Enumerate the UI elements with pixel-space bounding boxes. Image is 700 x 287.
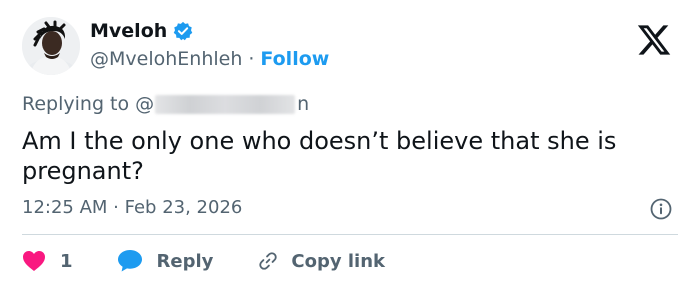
divider <box>22 234 678 235</box>
info-icon[interactable] <box>650 198 672 220</box>
reply-button[interactable]: Reply <box>103 249 214 273</box>
redacted-username <box>155 94 296 114</box>
like-count: 1 <box>60 250 73 272</box>
copy-link-label: Copy link <box>291 250 385 272</box>
replying-to-prefix: Replying to @ <box>22 93 155 115</box>
author-display-name-row[interactable]: Mveloh <box>90 20 193 42</box>
speech-bubble-icon <box>117 249 143 273</box>
replying-to-line: Replying to @ n <box>22 93 309 115</box>
tweet-timestamp[interactable]: 12:25 AM · Feb 23, 2026 <box>22 197 242 218</box>
handle-separator: · <box>248 48 255 70</box>
author-handle[interactable]: @MvelohEnhleh <box>90 48 242 70</box>
copy-link-button[interactable]: Copy link <box>245 250 385 272</box>
author-display-name[interactable]: Mveloh <box>90 20 167 42</box>
reply-label: Reply <box>156 250 214 272</box>
heart-icon <box>22 250 46 272</box>
follow-button[interactable]: Follow <box>260 48 329 70</box>
like-button[interactable]: 1 <box>22 250 73 272</box>
author-handle-row: @MvelohEnhleh · Follow <box>90 48 329 70</box>
link-icon <box>257 250 279 272</box>
replying-to-suffix: n <box>297 93 310 115</box>
avatar[interactable] <box>22 17 80 75</box>
verified-badge-icon <box>173 21 193 41</box>
tweet-text: Am I the only one who doesn’t believe th… <box>22 127 617 185</box>
tweet-actions: 1 Reply Copy link <box>22 248 385 274</box>
x-logo-icon[interactable] <box>636 22 672 58</box>
